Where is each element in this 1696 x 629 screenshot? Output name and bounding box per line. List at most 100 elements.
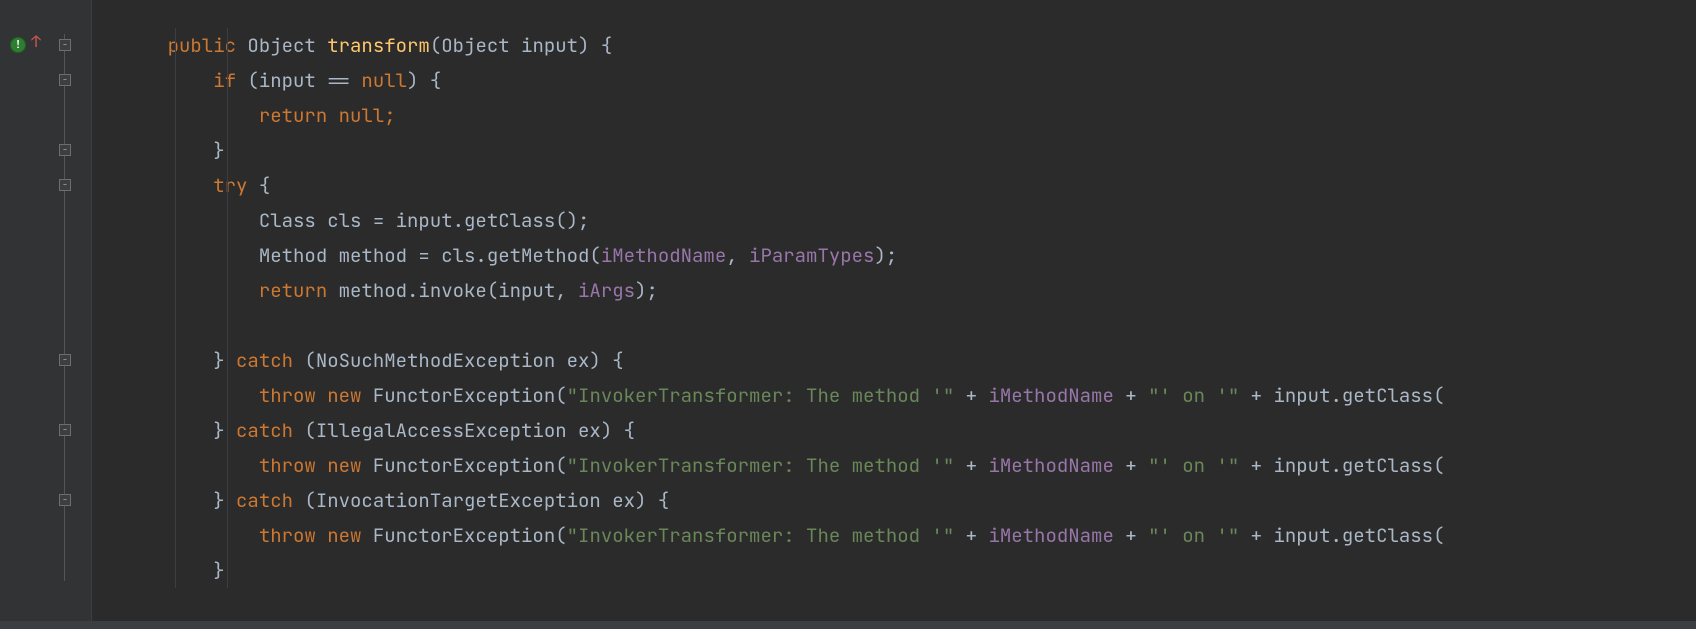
indent-guide — [175, 308, 176, 343]
code-line[interactable]: return null; — [92, 98, 1696, 133]
fold-toggle-icon[interactable]: − — [59, 74, 71, 86]
code-token: (input == — [247, 68, 361, 93]
code-token: try — [213, 173, 259, 198]
status-bar — [0, 621, 1696, 629]
indent-guide — [227, 133, 228, 168]
code-editor[interactable]: ↑ − − − − − − − public Object transform(Object… — [0, 0, 1696, 629]
code-line[interactable]: throw new FunctorException("InvokerTrans… — [92, 448, 1696, 483]
code-token: (InvocationTargetException ex) { — [304, 488, 669, 513]
code-token: + — [1114, 383, 1148, 408]
info-marker-icon[interactable] — [10, 37, 26, 53]
override-arrow-icon[interactable]: ↑ — [28, 33, 44, 49]
code-token: } — [213, 138, 224, 163]
indent-guide — [227, 413, 228, 448]
code-token: ); — [874, 243, 897, 268]
gutter-marks-column: ↑ — [10, 0, 44, 629]
code-token: "InvokerTransformer: The method '" — [567, 383, 955, 408]
code-token: FunctorException( — [373, 453, 567, 478]
code-token: + input.getClass( — [1239, 383, 1444, 408]
code-line[interactable]: throw new FunctorException("InvokerTrans… — [92, 518, 1696, 553]
code-token: catch — [236, 348, 304, 373]
indent-whitespace — [122, 418, 213, 443]
indent-guide — [175, 378, 176, 413]
code-token: + — [1114, 453, 1148, 478]
code-token: iMethodName — [601, 243, 726, 268]
indent-guide — [227, 343, 228, 378]
code-token: throw new — [259, 523, 373, 548]
fold-toggle-icon[interactable]: − — [59, 494, 71, 506]
fold-toggle-icon[interactable]: − — [59, 179, 71, 191]
code-token: Method method = cls.getMethod( — [259, 243, 601, 268]
code-token: { — [259, 173, 270, 198]
code-token: ); — [635, 278, 658, 303]
code-token: "' on '" — [1148, 523, 1239, 548]
code-token: FunctorException( — [373, 523, 567, 548]
code-token: Object — [247, 33, 327, 58]
fold-toggle-icon[interactable]: − — [59, 144, 71, 156]
code-token: catch — [236, 488, 304, 513]
indent-guide — [175, 28, 176, 63]
code-line[interactable]: throw new FunctorException("InvokerTrans… — [92, 378, 1696, 413]
code-token: } — [213, 348, 236, 373]
indent-guide — [227, 483, 228, 518]
code-token: return — [259, 278, 339, 303]
code-line[interactable]: public Object transform(Object input) { — [92, 28, 1696, 63]
indent-whitespace — [122, 453, 259, 478]
code-token: + — [954, 523, 988, 548]
code-line[interactable]: try { — [92, 168, 1696, 203]
code-line[interactable]: } catch (IllegalAccessException ex) { — [92, 413, 1696, 448]
code-line[interactable]: } catch (InvocationTargetException ex) { — [92, 483, 1696, 518]
indent-whitespace — [122, 523, 259, 548]
code-token: + input.getClass( — [1239, 523, 1444, 548]
code-token: + — [1114, 523, 1148, 548]
indent-guide — [227, 28, 228, 63]
code-token: FunctorException( — [373, 383, 567, 408]
indent-guide — [227, 448, 228, 483]
indent-guide — [175, 448, 176, 483]
indent-guide — [175, 168, 176, 203]
editor-gutter: ↑ − − − − − − − — [0, 0, 92, 629]
indent-guide — [227, 63, 228, 98]
code-token: iParamTypes — [749, 243, 874, 268]
fold-column: − − − − − − − — [59, 0, 73, 629]
code-line[interactable]: } — [92, 553, 1696, 588]
code-token: "InvokerTransformer: The method '" — [567, 453, 955, 478]
code-line[interactable] — [92, 308, 1696, 343]
code-token: throw new — [259, 383, 373, 408]
code-line[interactable]: Class cls = input.getClass(); — [92, 203, 1696, 238]
code-token: return — [259, 103, 339, 128]
fold-toggle-icon[interactable]: − — [59, 39, 71, 51]
indent-guide — [227, 168, 228, 203]
code-token: } — [213, 488, 236, 513]
code-token: (NoSuchMethodException ex) { — [304, 348, 623, 373]
indent-guide — [175, 413, 176, 448]
code-area[interactable]: public Object transform(Object input) { … — [92, 0, 1696, 629]
indent-guide — [175, 553, 176, 588]
code-token: public — [168, 33, 248, 58]
code-token: iMethodName — [988, 383, 1113, 408]
indent-guide — [227, 203, 228, 238]
code-line[interactable]: Method method = cls.getMethod(iMethodNam… — [92, 238, 1696, 273]
indent-guide — [227, 98, 228, 133]
indent-guide — [175, 273, 176, 308]
code-line[interactable]: if (input == null) { — [92, 63, 1696, 98]
indent-whitespace — [122, 138, 213, 163]
indent-guide — [175, 133, 176, 168]
indent-whitespace — [122, 488, 213, 513]
fold-toggle-icon[interactable]: − — [59, 354, 71, 366]
code-line[interactable]: } catch (NoSuchMethodException ex) { — [92, 343, 1696, 378]
code-line[interactable]: } — [92, 133, 1696, 168]
indent-whitespace — [122, 278, 259, 303]
indent-guide — [227, 238, 228, 273]
indent-guide — [175, 518, 176, 553]
code-token: (Object input) { — [430, 33, 612, 58]
code-line[interactable]: return method.invoke(input, iArgs); — [92, 273, 1696, 308]
code-token: null — [339, 103, 385, 128]
code-token: catch — [236, 418, 304, 443]
fold-toggle-icon[interactable]: − — [59, 424, 71, 436]
indent-guide — [227, 378, 228, 413]
code-token: iMethodName — [988, 453, 1113, 478]
indent-whitespace — [122, 173, 213, 198]
indent-guide — [175, 483, 176, 518]
indent-whitespace — [122, 383, 259, 408]
